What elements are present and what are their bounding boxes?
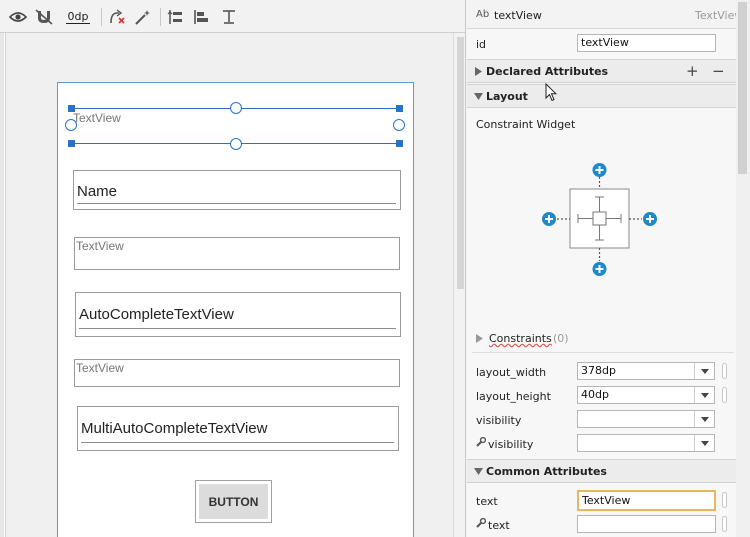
wrench-icon	[476, 518, 486, 528]
attr-reference-button[interactable]	[722, 492, 727, 508]
panel-header: Ab textView TextView	[467, 0, 743, 29]
chevron-down-icon[interactable]	[694, 411, 714, 427]
constraints-toggle[interactable]: Constraints	[489, 332, 552, 345]
constraint-widget-title: Constraint Widget	[476, 118, 576, 131]
magnet-off-icon[interactable]	[34, 6, 54, 28]
layout-width-combo[interactable]: 378dp	[577, 362, 715, 380]
guidelines-icon[interactable]	[219, 6, 239, 28]
chevron-down-icon[interactable]	[694, 435, 714, 451]
edittext-underline	[81, 442, 394, 443]
layout-height-combo[interactable]: 40dp	[577, 386, 715, 404]
attributes-panel: Ab textView TextView id textView Declare…	[467, 0, 750, 537]
edittext-underline	[77, 203, 396, 204]
design-toolbar: 0dp	[0, 0, 465, 33]
constraint-widget[interactable]	[537, 160, 657, 276]
resize-handle-bottom-left[interactable]	[68, 140, 75, 147]
divider	[472, 352, 734, 353]
layout-height-label: layout_height	[476, 390, 551, 403]
visibility-combo[interactable]	[577, 410, 715, 428]
anchor-top[interactable]	[230, 102, 242, 114]
chevron-down-icon[interactable]	[694, 363, 714, 379]
tools-text-input[interactable]	[577, 515, 716, 533]
tools-visibility-combo[interactable]	[577, 434, 715, 452]
tools-visibility-label: visibility	[488, 438, 534, 451]
multi-autocomplete-label: MultiAutoCompleteTextView	[81, 420, 268, 437]
textview-3[interactable]: TextView	[74, 359, 400, 387]
canvas-scrollbar[interactable]	[453, 33, 465, 537]
resize-handle-top-right[interactable]	[396, 105, 403, 112]
chevron-down-icon[interactable]	[694, 387, 714, 403]
declared-attributes-section[interactable]: Declared Attributes + −	[467, 59, 736, 83]
anchor-right[interactable]	[393, 119, 405, 131]
add-right-constraint-icon	[643, 212, 657, 226]
add-attribute-button[interactable]: +	[686, 62, 699, 80]
id-label: id	[476, 38, 487, 51]
clear-constraints-icon[interactable]	[107, 6, 127, 28]
collapse-triangle-icon	[474, 468, 483, 475]
textview-3-label: TextView	[76, 361, 124, 375]
text-input[interactable]: TextView	[577, 490, 716, 511]
id-input[interactable]: textView	[577, 34, 716, 52]
align-icon[interactable]	[192, 6, 212, 28]
attr-reference-button[interactable]	[722, 516, 727, 532]
pack-icon[interactable]	[166, 6, 186, 28]
common-attributes-section[interactable]: Common Attributes	[467, 459, 736, 483]
wrench-icon	[476, 437, 486, 447]
canvas-scrollbar-thumb[interactable]	[457, 37, 464, 289]
magic-wand-icon[interactable]	[133, 6, 153, 28]
textview-type-icon: Ab	[476, 9, 490, 20]
attr-reference-button[interactable]	[722, 387, 727, 403]
collapse-triangle-icon	[474, 93, 483, 100]
constraints-count: (0)	[553, 332, 569, 345]
layout-width-value: 378dp	[581, 364, 616, 377]
name-edittext-label: Name	[77, 183, 118, 200]
toolbar-separator	[160, 8, 161, 26]
design-editor: 0dp TextView Name TextView AutoCompleteT…	[0, 0, 466, 537]
textview-2-label: TextView	[76, 239, 124, 253]
add-left-constraint-icon	[542, 212, 556, 226]
tools-text-label: text	[488, 519, 510, 532]
default-margin-value: 0dp	[65, 10, 91, 24]
eye-icon[interactable]	[8, 6, 28, 28]
visibility-label: visibility	[476, 414, 522, 427]
layout-width-label: layout_width	[476, 366, 547, 379]
component-name: textView	[494, 9, 542, 22]
mouse-pointer-icon	[545, 83, 557, 102]
text-label: text	[476, 495, 498, 508]
layout-section-title: Layout	[486, 90, 528, 103]
layout-section[interactable]: Layout	[467, 84, 736, 108]
layout-height-value: 40dp	[581, 388, 609, 401]
panel-scrollbar-thumb[interactable]	[738, 2, 747, 174]
declared-attributes-title: Declared Attributes	[486, 65, 609, 78]
autocomplete-label: AutoCompleteTextView	[79, 306, 234, 323]
default-margin-selector[interactable]: 0dp	[60, 6, 96, 28]
resize-handle-bottom-right[interactable]	[396, 140, 403, 147]
textview-2[interactable]: TextView	[74, 237, 400, 270]
button-widget-label: BUTTON	[199, 484, 268, 519]
panel-scrollbar[interactable]	[736, 0, 750, 537]
multi-autocomplete-textview[interactable]: MultiAutoCompleteTextView	[77, 406, 399, 451]
edittext-underline	[79, 328, 396, 329]
expand-triangle-icon	[475, 67, 482, 76]
anchor-bottom[interactable]	[230, 138, 242, 150]
remove-attribute-button[interactable]: −	[712, 62, 725, 80]
add-bottom-constraint-icon	[592, 262, 607, 276]
common-attributes-title: Common Attributes	[486, 465, 607, 478]
device-blueprint[interactable]: TextView Name TextView AutoCompleteTextV…	[57, 82, 414, 537]
resize-handle-top-left[interactable]	[68, 105, 75, 112]
name-edittext[interactable]: Name	[73, 170, 401, 210]
anchor-left[interactable]	[65, 119, 77, 131]
autocomplete-textview[interactable]: AutoCompleteTextView	[75, 292, 401, 337]
canvas-left-edge	[0, 33, 4, 537]
toolbar-separator	[101, 8, 102, 26]
button-widget[interactable]: BUTTON	[195, 480, 272, 523]
expand-triangle-icon	[476, 334, 483, 343]
attr-reference-button[interactable]	[722, 363, 727, 379]
add-top-constraint-icon	[592, 163, 607, 177]
